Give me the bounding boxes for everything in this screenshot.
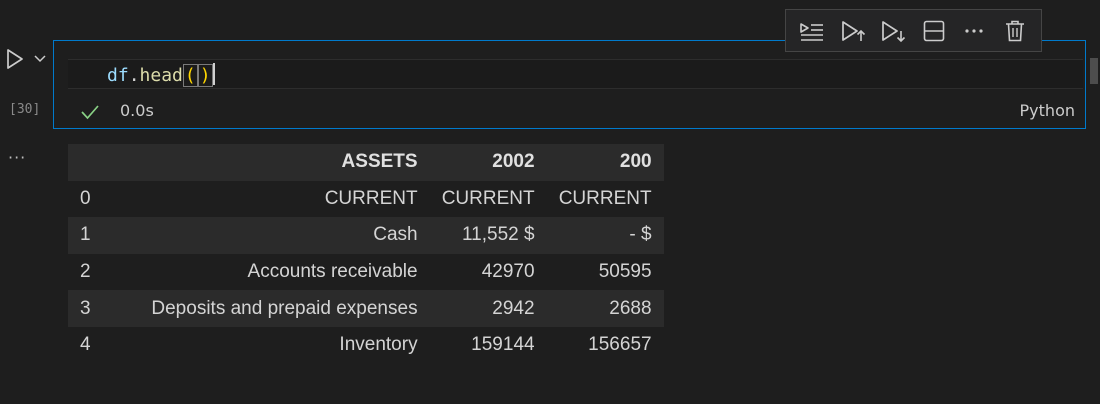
code-object: df [107, 65, 129, 86]
row-index: 0 [80, 187, 91, 209]
table-row: 2 Accounts receivable 42970 50595 [68, 253, 664, 291]
execute-above-icon [841, 20, 865, 41]
more-actions-button[interactable] [957, 14, 991, 48]
column-header: 2002 [492, 151, 535, 173]
table-cell: 2942 [492, 297, 535, 319]
table-cell: Inventory [339, 334, 418, 356]
editor-scrollbar[interactable] [1090, 58, 1098, 84]
table-cell: - $ [629, 224, 652, 246]
run-cell-button[interactable] [5, 48, 25, 70]
delete-cell-button[interactable] [998, 14, 1032, 48]
table-cell: CURRENT [558, 187, 652, 209]
code-dot: . [128, 65, 140, 86]
table-row: 4 Inventory 159144 156657 [68, 326, 664, 364]
code-open-paren: ( [182, 64, 198, 87]
index-header [68, 144, 103, 181]
execute-below-icon [882, 20, 906, 42]
execution-count: [30] [9, 102, 41, 117]
split-cell-icon [923, 20, 945, 41]
table-cell: CURRENT [324, 187, 418, 209]
table-cell: 11,552 $ [462, 224, 535, 246]
table-cell: 156657 [588, 334, 652, 356]
code-line: df.head() [107, 63, 215, 88]
table-header-row: ASSETS 2002 200 [68, 144, 664, 181]
ellipsis-icon [965, 28, 983, 33]
execution-status [80, 103, 100, 121]
trash-icon [1005, 20, 1024, 41]
row-index: 3 [80, 297, 91, 319]
run-by-line-button[interactable] [795, 14, 829, 48]
split-cell-button[interactable] [917, 14, 951, 48]
column-header: ASSETS [341, 151, 418, 173]
code-editor[interactable] [68, 59, 1083, 89]
row-index: 1 [80, 224, 91, 246]
table-cell: CURRENT [441, 187, 535, 209]
kernel-language-picker[interactable]: Python [1020, 101, 1075, 120]
code-method: head [139, 65, 183, 86]
output-more-button[interactable]: ··· [8, 148, 26, 167]
play-icon [7, 49, 23, 69]
table-row: 1 Cash 11,552 $ - $ [68, 217, 664, 254]
table-cell: Accounts receivable [247, 261, 418, 283]
table-cell: 50595 [598, 261, 652, 283]
text-cursor [212, 63, 215, 85]
check-icon [81, 105, 99, 120]
table-cell: Cash [373, 224, 418, 246]
table-cell: 159144 [471, 334, 535, 356]
table-cell: 42970 [481, 261, 535, 283]
row-index: 4 [80, 334, 91, 356]
execute-above-button[interactable] [836, 14, 870, 48]
table-row: 0 CURRENT CURRENT CURRENT [68, 180, 664, 218]
column-header: 200 [619, 151, 652, 173]
code-close-paren: ) [197, 64, 213, 87]
run-options-button[interactable] [32, 51, 48, 65]
row-index: 2 [80, 261, 91, 283]
run-by-line-icon [800, 22, 824, 41]
chevron-down-icon [34, 55, 46, 63]
execution-duration: 0.0s [120, 101, 154, 120]
table-row: 3 Deposits and prepaid expenses 2942 268… [68, 290, 664, 327]
table-cell: Deposits and prepaid expenses [151, 297, 418, 319]
table-cell: 2688 [609, 297, 652, 319]
output-dataframe: ASSETS 2002 200 0 CURRENT CURRENT CURREN… [68, 144, 664, 364]
cell-toolbar [785, 9, 1042, 52]
execute-below-button[interactable] [876, 14, 910, 48]
